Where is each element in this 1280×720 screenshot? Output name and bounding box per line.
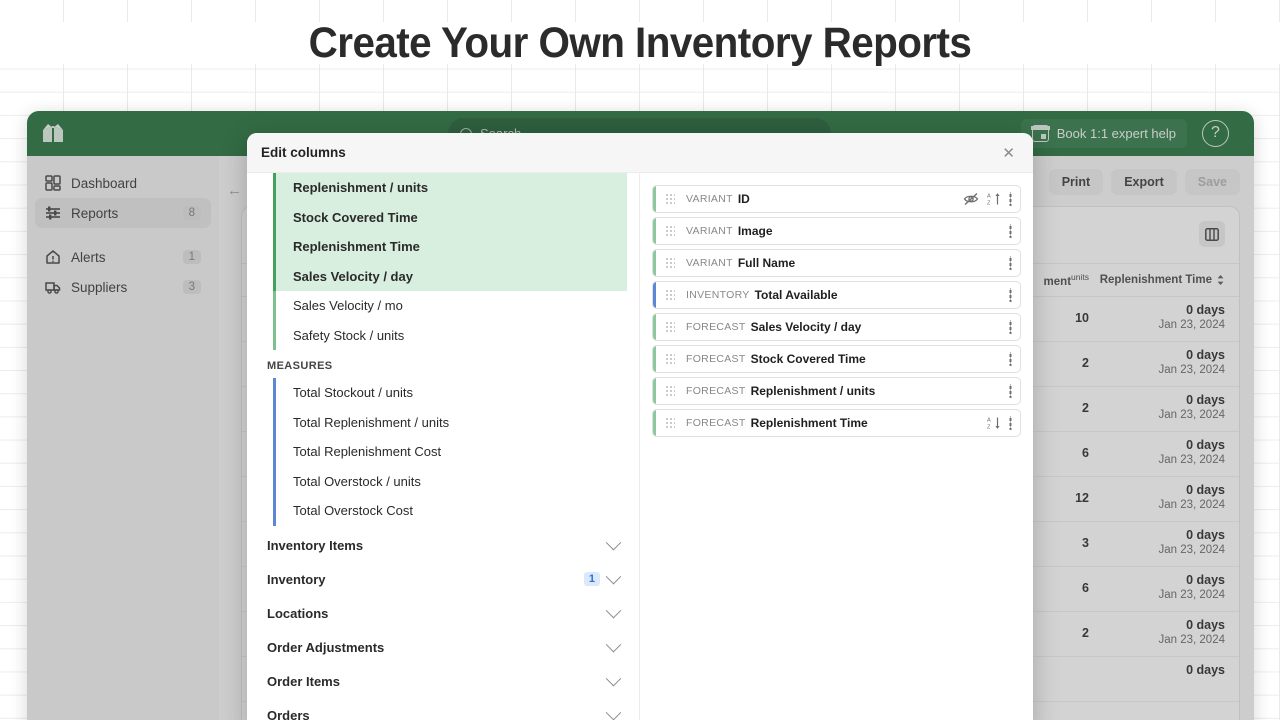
sort-az-asc-icon[interactable]: A Z bbox=[987, 192, 1001, 206]
group-count-badge: 1 bbox=[583, 572, 600, 586]
chevron-down-icon bbox=[605, 670, 622, 686]
eye-off-icon[interactable] bbox=[963, 192, 979, 206]
chip-prefix: VARIANT bbox=[686, 193, 733, 205]
measures-section-label: MEASURES bbox=[267, 360, 333, 372]
available-option[interactable]: Stock Covered Time bbox=[273, 202, 627, 232]
selected-column-chip[interactable]: FORECAST Replenishment Time A Z bbox=[652, 409, 1021, 437]
chip-name: Stock Covered Time bbox=[750, 352, 866, 366]
drag-handle-icon[interactable] bbox=[665, 192, 675, 206]
group-label: Orders bbox=[267, 707, 310, 720]
selected-column-chip[interactable]: FORECAST Sales Velocity / day bbox=[652, 313, 1021, 341]
available-option[interactable]: Replenishment / units bbox=[273, 173, 627, 203]
dialog-body: Replenishment / units Stock Covered Time… bbox=[247, 173, 1033, 720]
chip-menu-icon[interactable] bbox=[1009, 192, 1012, 206]
chip-name: Sales Velocity / day bbox=[750, 320, 862, 334]
chevron-down-icon bbox=[605, 602, 622, 618]
available-option[interactable]: Sales Velocity / mo bbox=[273, 291, 627, 321]
group-order-items[interactable]: Order Items bbox=[247, 667, 639, 696]
measure-option[interactable]: Total Overstock / units bbox=[273, 466, 627, 497]
group-label: Order Items bbox=[267, 673, 340, 689]
group-label: Locations bbox=[267, 605, 329, 621]
measure-option[interactable]: Total Replenishment Cost bbox=[273, 437, 627, 467]
chevron-down-icon bbox=[605, 534, 622, 550]
chip-actions bbox=[1009, 352, 1012, 366]
drag-handle-icon[interactable] bbox=[665, 352, 675, 366]
selected-column-chip[interactable]: VARIANT Image bbox=[652, 217, 1021, 245]
chip-menu-icon[interactable] bbox=[1009, 384, 1012, 398]
group-inventory[interactable]: Inventory 1 bbox=[247, 565, 639, 594]
chevron-down-icon bbox=[605, 704, 622, 720]
measure-option[interactable]: Total Stockout / units bbox=[273, 378, 627, 408]
chip-menu-icon[interactable] bbox=[1009, 256, 1012, 270]
group-locations[interactable]: Locations bbox=[247, 599, 639, 628]
selected-column-chip[interactable]: INVENTORY Total Available bbox=[652, 281, 1021, 309]
available-columns-pane[interactable]: Replenishment / units Stock Covered Time… bbox=[247, 173, 640, 720]
available-option[interactable]: Replenishment Time bbox=[273, 232, 627, 262]
available-option[interactable]: Sales Velocity / day bbox=[273, 261, 627, 291]
svg-text:A: A bbox=[987, 194, 991, 200]
chip-name: ID bbox=[737, 192, 750, 206]
chevron-down-icon bbox=[605, 568, 622, 584]
group-order-adjustments[interactable]: Order Adjustments bbox=[247, 633, 639, 662]
measure-option[interactable]: Total Overstock Cost bbox=[273, 496, 627, 526]
chevron-down-icon bbox=[605, 636, 622, 652]
svg-text:A: A bbox=[987, 418, 991, 424]
dialog-header: Edit columns ✕ bbox=[247, 133, 1033, 173]
selected-columns-pane: VARIANT ID A Z VARIANT Image VARIANT Ful… bbox=[640, 173, 1033, 720]
chip-menu-icon[interactable] bbox=[1009, 352, 1012, 366]
chip-menu-icon[interactable] bbox=[1009, 288, 1012, 302]
edit-columns-dialog: Edit columns ✕ Replenishment / units Sto… bbox=[247, 133, 1033, 720]
chip-menu-icon[interactable] bbox=[1009, 320, 1012, 334]
drag-handle-icon[interactable] bbox=[665, 416, 675, 430]
drag-handle-icon[interactable] bbox=[665, 384, 675, 398]
group-inventory-items[interactable]: Inventory Items bbox=[247, 531, 639, 560]
chip-prefix: FORECAST bbox=[686, 417, 746, 429]
drag-handle-icon[interactable] bbox=[665, 320, 675, 334]
drag-handle-icon[interactable] bbox=[665, 256, 675, 270]
close-icon[interactable]: ✕ bbox=[998, 144, 1019, 162]
chip-name: Full Name bbox=[737, 256, 796, 270]
chip-prefix: INVENTORY bbox=[686, 289, 750, 301]
chip-menu-icon[interactable] bbox=[1009, 224, 1012, 238]
page-title: Create Your Own Inventory Reports bbox=[308, 19, 972, 67]
chip-actions bbox=[1009, 320, 1012, 334]
chip-prefix: VARIANT bbox=[686, 257, 733, 269]
svg-text:Z: Z bbox=[987, 200, 991, 206]
chip-actions: A Z bbox=[987, 416, 1012, 430]
chip-name: Replenishment / units bbox=[750, 384, 876, 398]
selected-column-chip[interactable]: FORECAST Stock Covered Time bbox=[652, 345, 1021, 373]
group-label: Order Adjustments bbox=[267, 639, 385, 655]
chip-actions bbox=[1009, 384, 1012, 398]
group-label: Inventory bbox=[267, 571, 326, 587]
chip-actions: A Z bbox=[963, 192, 1012, 206]
group-orders[interactable]: Orders bbox=[247, 701, 639, 720]
chip-name: Replenishment Time bbox=[750, 416, 868, 430]
available-option[interactable]: Safety Stock / units bbox=[273, 320, 627, 351]
chip-actions bbox=[1009, 288, 1012, 302]
group-label: Inventory Items bbox=[267, 537, 364, 553]
selected-column-chip[interactable]: FORECAST Replenishment / units bbox=[652, 377, 1021, 405]
chip-actions bbox=[1009, 224, 1012, 238]
measure-option[interactable]: Total Replenishment / units bbox=[273, 407, 627, 438]
drag-handle-icon[interactable] bbox=[665, 288, 675, 302]
chip-actions bbox=[1009, 256, 1012, 270]
dialog-title: Edit columns bbox=[261, 145, 346, 160]
chip-name: Image bbox=[737, 224, 773, 238]
selected-column-chip[interactable]: VARIANT Full Name bbox=[652, 249, 1021, 277]
sort-az-desc-icon[interactable]: A Z bbox=[987, 416, 1001, 430]
selected-column-chip[interactable]: VARIANT ID A Z bbox=[652, 185, 1021, 213]
chip-prefix: FORECAST bbox=[686, 353, 746, 365]
chip-prefix: VARIANT bbox=[686, 225, 733, 237]
chip-prefix: FORECAST bbox=[686, 385, 746, 397]
svg-text:Z: Z bbox=[987, 424, 991, 430]
drag-handle-icon[interactable] bbox=[665, 224, 675, 238]
chip-prefix: FORECAST bbox=[686, 321, 746, 333]
chip-menu-icon[interactable] bbox=[1009, 416, 1012, 430]
chip-name: Total Available bbox=[754, 288, 838, 302]
